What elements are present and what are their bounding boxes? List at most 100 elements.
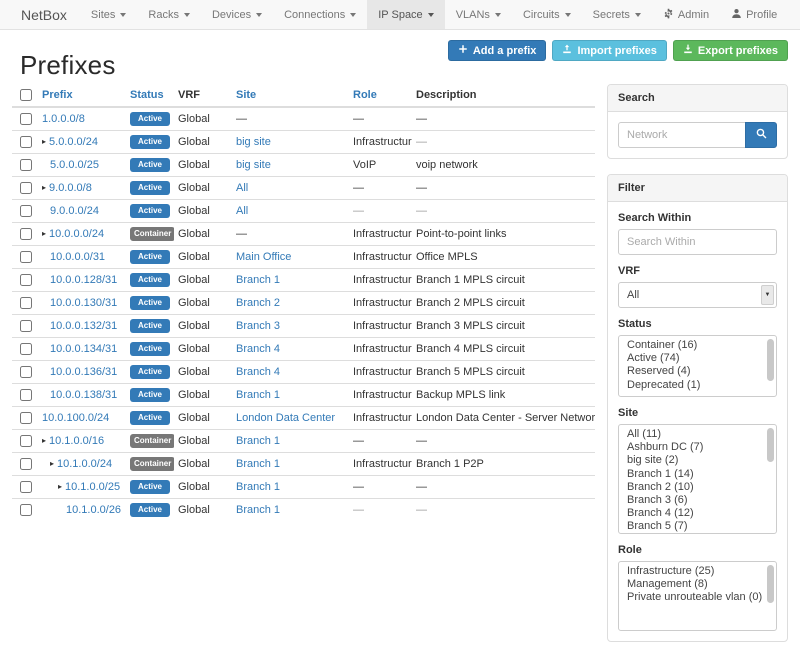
nav-item-vlans[interactable]: VLANs [445, 0, 512, 29]
site-link[interactable]: Branch 1 [236, 274, 280, 286]
nav-item-log-out[interactable]: Log out [788, 0, 800, 29]
row-checkbox[interactable] [20, 320, 32, 332]
status-option[interactable]: Reserved (4) [619, 365, 776, 378]
status-option[interactable]: Container (16) [619, 339, 776, 352]
prefix-link[interactable]: 10.0.100.0/24 [42, 412, 109, 424]
prefix-link[interactable]: 10.0.0.130/31 [50, 297, 117, 309]
site-link[interactable]: All [236, 182, 248, 194]
row-checkbox[interactable] [20, 113, 32, 125]
site-link[interactable]: All [236, 205, 248, 217]
prefix-link[interactable]: 9.0.0.0/8 [49, 182, 92, 194]
nav-item-devices[interactable]: Devices [201, 0, 273, 29]
site-listbox[interactable]: All (11)Ashburn DC (7)big site (2)Branch… [618, 424, 777, 534]
site-option[interactable]: All (11) [619, 428, 776, 441]
prefix-link[interactable]: 10.0.0.136/31 [50, 366, 117, 378]
site-option[interactable]: big site (2) [619, 454, 776, 467]
caret-right-icon[interactable]: ▸ [58, 482, 62, 491]
site-link[interactable]: Branch 4 [236, 343, 280, 355]
nav-item-profile[interactable]: Profile [720, 0, 788, 29]
role-option[interactable]: Management (8) [619, 578, 776, 591]
prefix-link[interactable]: 10.1.0.0/25 [65, 481, 120, 493]
site-link[interactable]: Branch 1 [236, 458, 280, 470]
site-link[interactable]: Branch 1 [236, 504, 280, 516]
role-option[interactable]: Private unrouteable vlan (0) [619, 591, 776, 604]
status-option[interactable]: Deprecated (1) [619, 379, 776, 392]
status-option[interactable]: Active (74) [619, 352, 776, 365]
row-checkbox[interactable] [20, 458, 32, 470]
site-link[interactable]: Branch 1 [236, 481, 280, 493]
nav-item-circuits[interactable]: Circuits [512, 0, 582, 29]
row-checkbox[interactable] [20, 389, 32, 401]
prefix-link[interactable]: 10.0.0.0/24 [49, 228, 104, 240]
row-checkbox[interactable] [20, 504, 32, 516]
caret-right-icon[interactable]: ▸ [42, 137, 46, 146]
nav-item-sites[interactable]: Sites [80, 0, 137, 29]
status-scrollbar[interactable] [767, 339, 774, 381]
nav-item-admin[interactable]: Admin [652, 0, 720, 29]
site-link[interactable]: big site [236, 136, 271, 148]
role-scrollbar[interactable] [767, 565, 774, 603]
export-prefixes-button[interactable]: Export prefixes [673, 40, 788, 61]
prefix-link[interactable]: 10.1.0.0/16 [49, 435, 104, 447]
site-option[interactable]: Branch 5 (7) [619, 520, 776, 533]
search-input[interactable] [618, 122, 746, 148]
brand-logo[interactable]: NetBox [8, 0, 80, 29]
row-checkbox[interactable] [20, 182, 32, 194]
nav-item-secrets[interactable]: Secrets [582, 0, 652, 29]
status-listbox[interactable]: Container (16)Active (74)Reserved (4)Dep… [618, 335, 777, 397]
select-all-checkbox[interactable] [20, 89, 32, 101]
row-checkbox[interactable] [20, 205, 32, 217]
prefix-link[interactable]: 5.0.0.0/25 [50, 159, 99, 171]
site-option[interactable]: Branch 2 (10) [619, 481, 776, 494]
site-option[interactable]: Branch 4 (12) [619, 507, 776, 520]
row-checkbox[interactable] [20, 159, 32, 171]
site-option[interactable]: Ashburn DC (7) [619, 441, 776, 454]
site-link[interactable]: Branch 4 [236, 366, 280, 378]
site-link[interactable]: big site [236, 159, 271, 171]
prefix-link[interactable]: 1.0.0.0/8 [42, 113, 85, 125]
search-button[interactable] [745, 122, 777, 148]
row-checkbox[interactable] [20, 274, 32, 286]
row-checkbox[interactable] [20, 343, 32, 355]
site-link[interactable]: London Data Center [236, 412, 335, 424]
caret-right-icon[interactable]: ▸ [42, 436, 46, 445]
caret-right-icon[interactable]: ▸ [42, 183, 46, 192]
row-checkbox[interactable] [20, 228, 32, 240]
prefix-link[interactable]: 10.0.0.134/31 [50, 343, 117, 355]
column-sort-link[interactable]: Site [236, 89, 256, 101]
prefix-link[interactable]: 10.0.0.138/31 [50, 389, 117, 401]
caret-right-icon[interactable]: ▸ [42, 229, 46, 238]
row-checkbox[interactable] [20, 435, 32, 447]
nav-item-connections[interactable]: Connections [273, 0, 367, 29]
prefix-link[interactable]: 9.0.0.0/24 [50, 205, 99, 217]
vrf-select[interactable]: All ▼ [618, 282, 777, 308]
prefix-link[interactable]: 10.0.0.0/31 [50, 251, 105, 263]
nav-item-racks[interactable]: Racks [137, 0, 201, 29]
row-checkbox[interactable] [20, 136, 32, 148]
column-sort-link[interactable]: Prefix [42, 89, 73, 101]
row-checkbox[interactable] [20, 297, 32, 309]
column-sort-link[interactable]: Status [130, 89, 164, 101]
import-prefixes-button[interactable]: Import prefixes [552, 40, 666, 61]
site-option[interactable]: Branch 3 (6) [619, 494, 776, 507]
search-within-input[interactable] [618, 229, 777, 255]
row-checkbox[interactable] [20, 366, 32, 378]
prefix-link[interactable]: 10.0.0.132/31 [50, 320, 117, 332]
prefix-link[interactable]: 10.1.0.0/26 [66, 504, 121, 516]
add-a-prefix-button[interactable]: Add a prefix [448, 40, 547, 61]
site-link[interactable]: Branch 1 [236, 389, 280, 401]
site-link[interactable]: Branch 1 [236, 435, 280, 447]
row-checkbox[interactable] [20, 481, 32, 493]
caret-right-icon[interactable]: ▸ [50, 459, 54, 468]
column-sort-link[interactable]: Role [353, 89, 377, 101]
row-checkbox[interactable] [20, 412, 32, 424]
role-listbox[interactable]: Infrastructure (25)Management (8)Private… [618, 561, 777, 631]
prefix-link[interactable]: 10.1.0.0/24 [57, 458, 112, 470]
nav-item-ip-space[interactable]: IP Space [367, 0, 444, 29]
site-option[interactable]: Branch 1 (14) [619, 468, 776, 481]
prefix-link[interactable]: 10.0.0.128/31 [50, 274, 117, 286]
prefix-link[interactable]: 5.0.0.0/24 [49, 136, 98, 148]
site-link[interactable]: Branch 2 [236, 297, 280, 309]
role-option[interactable]: Infrastructure (25) [619, 565, 776, 578]
site-link[interactable]: Main Office [236, 251, 291, 263]
